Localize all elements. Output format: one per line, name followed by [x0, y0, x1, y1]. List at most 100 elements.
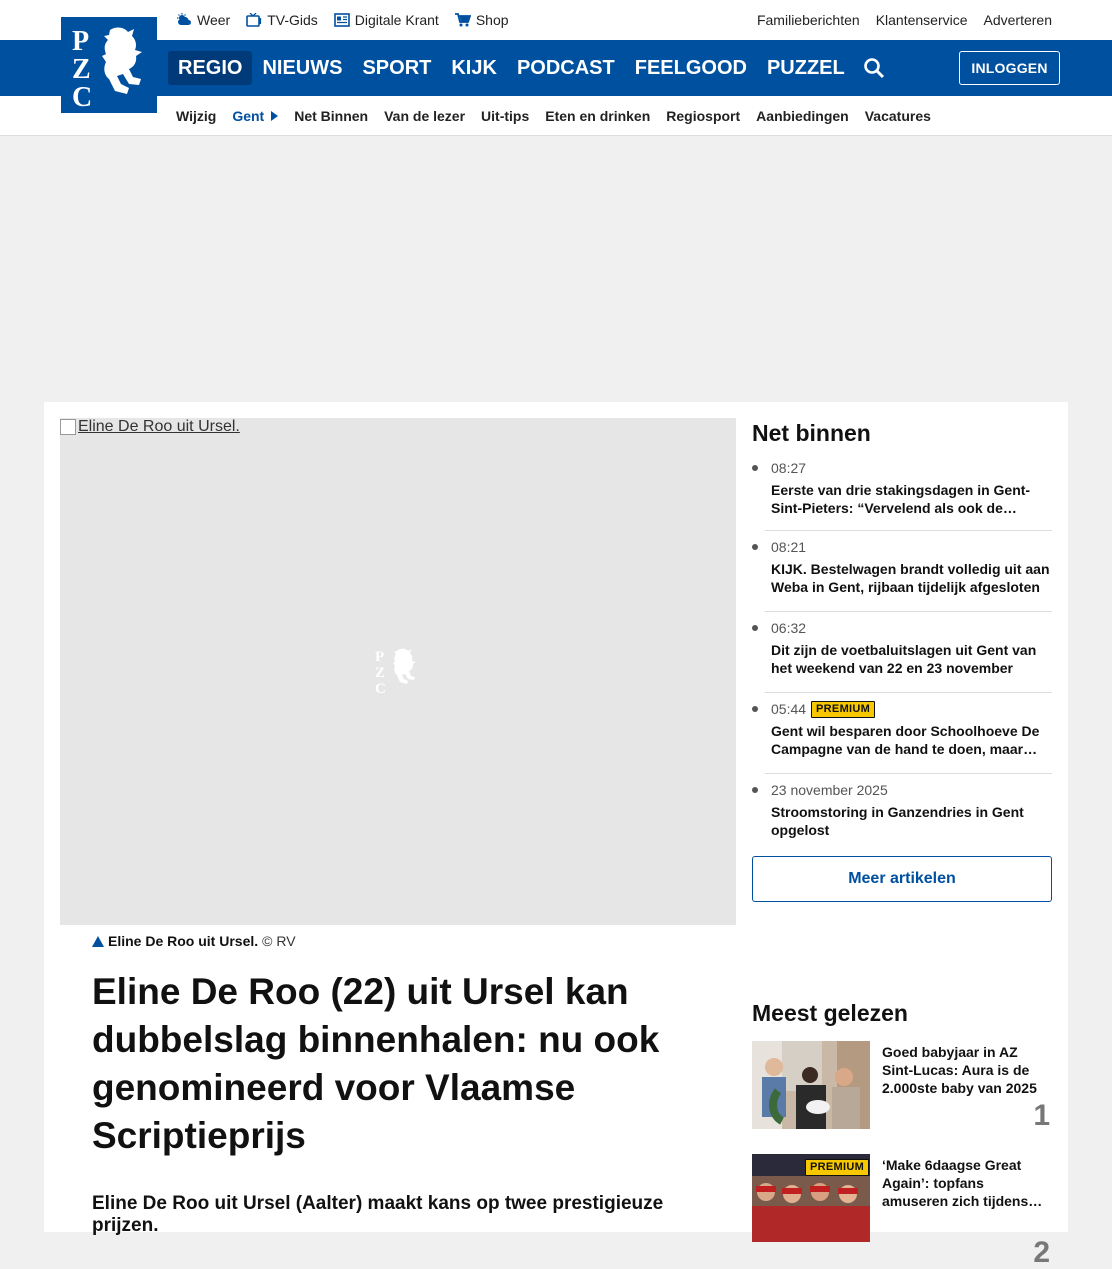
utility-links: Weer TV-Gids Digitale Krant Shop	[176, 0, 509, 40]
triangle-up-icon	[92, 935, 104, 947]
caption-credit: © RV	[262, 933, 296, 949]
lion-icon	[102, 27, 142, 94]
caret-right-icon	[271, 111, 279, 121]
more-articles-button[interactable]: Meer artikelen	[752, 856, 1052, 902]
main-nav: REGIO NIEUWS SPORT KIJK PODCAST FEELGOOD…	[0, 40, 1112, 96]
article-lead: Eline De Roo uit Ursel (Aalter) maakt ka…	[92, 1193, 664, 1236]
item-headline: ‘Make 6daagse Great Again’: topfans amus…	[882, 1157, 1029, 1209]
subnav-item-eten-en-drinken[interactable]: Eten en drinken	[545, 108, 650, 124]
subnav-item-uit-tips[interactable]: Uit-tips	[481, 108, 529, 124]
list-item[interactable]: 23 november 2025 Stroomstoring in Ganzen…	[752, 774, 1052, 854]
item-headline: Eerste van drie stakingsdagen in Gent-Si…	[771, 482, 1031, 516]
item-time: 08:21	[771, 539, 1052, 555]
region-label: Gent	[232, 108, 265, 124]
svg-text:Z: Z	[375, 665, 385, 681]
search-icon	[863, 58, 884, 79]
utility-bar: Weer TV-Gids Digitale Krant Shop Familie…	[0, 0, 1112, 40]
tv-icon	[246, 13, 262, 27]
family-notices-link[interactable]: Familieberichten	[757, 12, 860, 28]
tv-guide-label: TV-Gids	[267, 12, 318, 28]
list-item[interactable]: 06:32 Dit zijn de voetbaluitslagen uit G…	[752, 612, 1052, 693]
newspaper-icon	[333, 13, 350, 27]
rank-number: 1	[1033, 1099, 1050, 1132]
image-caption: Eline De Roo uit Ursel. © RV	[92, 933, 296, 949]
bullet-dot	[752, 787, 758, 793]
cart-icon	[454, 13, 471, 27]
sub-nav: Wijzig Gent Net Binnen Van de lezer Uit-…	[0, 96, 1112, 136]
item-time: 05:44 PREMIUM	[771, 700, 1052, 718]
change-region-link[interactable]: Wijzig	[176, 108, 216, 124]
item-headline: KIJK. Bestelwagen brandt volledig uit aa…	[771, 561, 1050, 595]
logo-letter-c: C	[72, 82, 92, 108]
nav-item-sport[interactable]: SPORT	[352, 51, 441, 85]
broken-image-icon	[60, 419, 76, 435]
pzc-placeholder-icon: P Z C	[375, 648, 416, 694]
nav-item-podcast[interactable]: PODCAST	[507, 51, 625, 85]
item-time: 08:27	[771, 460, 1052, 476]
subnav-item-aanbiedingen[interactable]: Aanbiedingen	[756, 108, 849, 124]
bullet-dot	[752, 625, 758, 631]
subnav-item-regiosport[interactable]: Regiosport	[666, 108, 740, 124]
logo-letter-p: P	[72, 26, 89, 57]
item-headline: Goed babyjaar in AZ Sint-Lucas: Aura is …	[882, 1044, 1037, 1096]
sub-nav-items: Wijzig Gent Net Binnen Van de lezer Uit-…	[176, 96, 931, 136]
advertise-link[interactable]: Adverteren	[984, 12, 1052, 28]
nav-item-kijk[interactable]: KIJK	[441, 51, 507, 85]
list-item[interactable]: 05:44 PREMIUM Gent wil besparen door Sch…	[752, 693, 1052, 774]
article-headline: Eline De Roo (22) uit Ursel kan dubbelsl…	[92, 971, 660, 1156]
article-thumbnail	[752, 1041, 870, 1129]
list-item[interactable]: 08:21 KIJK. Bestelwagen brandt volledig …	[752, 531, 1052, 612]
login-button[interactable]: INLOGGEN	[959, 51, 1060, 85]
net-binnen-title: Net binnen	[752, 420, 871, 446]
subnav-item-van-de-lezer[interactable]: Van de lezer	[384, 108, 465, 124]
item-headline: Dit zijn de voetbaluitslagen uit Gent va…	[771, 642, 1037, 676]
nav-item-regio[interactable]: REGIO	[168, 51, 253, 85]
time-text: 08:21	[771, 539, 807, 555]
pzc-logo-mark: P Z C	[72, 26, 142, 108]
digital-paper-label: Digitale Krant	[354, 12, 439, 28]
bullet-dot	[752, 706, 758, 712]
subnav-item-net-binnen[interactable]: Net Binnen	[294, 108, 368, 124]
caption-text: Eline De Roo uit Ursel.	[108, 933, 259, 949]
thumbnail-photo	[752, 1041, 870, 1129]
shop-label: Shop	[475, 12, 509, 28]
nav-item-nieuws[interactable]: NIEUWS	[252, 51, 352, 85]
svg-text:P: P	[375, 649, 384, 665]
pzc-logo[interactable]: P Z C	[61, 17, 157, 113]
premium-badge: PREMIUM	[805, 1159, 870, 1176]
most-read-item[interactable]: Goed babyjaar in AZ Sint-Lucas: Aura is …	[752, 1041, 1052, 1132]
item-time: 23 november 2025	[771, 782, 1052, 798]
tv-guide-link[interactable]: TV-Gids	[246, 12, 318, 28]
list-item[interactable]: 08:27 Eerste van drie stakingsdagen in G…	[752, 452, 1052, 531]
weather-link[interactable]: Weer	[176, 12, 230, 28]
article-hero-image[interactable]: Eline De Roo uit Ursel. P Z C	[60, 418, 736, 925]
bullet-dot	[752, 544, 758, 550]
customer-service-link[interactable]: Klantenservice	[876, 12, 968, 28]
search-button[interactable]	[863, 57, 885, 79]
region-selector[interactable]: Gent	[232, 108, 279, 124]
subnav-item-vacatures[interactable]: Vacatures	[865, 108, 931, 124]
time-text: 23 november 2025	[771, 782, 888, 798]
logo-letter-z: Z	[72, 54, 91, 85]
image-alt-label: Eline De Roo uit Ursel.	[78, 418, 240, 435]
net-binnen-list: 08:27 Eerste van drie stakingsdagen in G…	[752, 452, 1052, 854]
digital-paper-link[interactable]: Digitale Krant	[333, 12, 439, 28]
image-alt-text: Eline De Roo uit Ursel.	[60, 418, 240, 436]
bullet-dot	[752, 465, 758, 471]
item-headline: Stroomstoring in Ganzendries in Gent opg…	[771, 804, 1024, 838]
time-text: 08:27	[771, 460, 807, 476]
most-read-title: Meest gelezen	[752, 1000, 908, 1026]
nav-item-feelgood[interactable]: FEELGOOD	[625, 51, 757, 85]
rank-number: 2	[1033, 1236, 1050, 1269]
time-text: 06:32	[771, 620, 807, 636]
time-text: 05:44	[771, 701, 807, 717]
svg-text:C: C	[375, 681, 386, 694]
nav-item-puzzel[interactable]: PUZZEL	[757, 51, 855, 85]
shop-link[interactable]: Shop	[454, 12, 509, 28]
utility-right-links: Familieberichten Klantenservice Adverter…	[757, 0, 1052, 40]
weather-label: Weer	[197, 12, 231, 28]
most-read-item[interactable]: PREMIUM ‘Make 6daagse Great Again’: topf…	[752, 1154, 1052, 1268]
item-time: 06:32	[771, 620, 1052, 636]
main-nav-items: REGIO NIEUWS SPORT KIJK PODCAST FEELGOOD…	[168, 51, 885, 85]
item-headline: Gent wil besparen door Schoolhoeve De Ca…	[771, 723, 1040, 757]
